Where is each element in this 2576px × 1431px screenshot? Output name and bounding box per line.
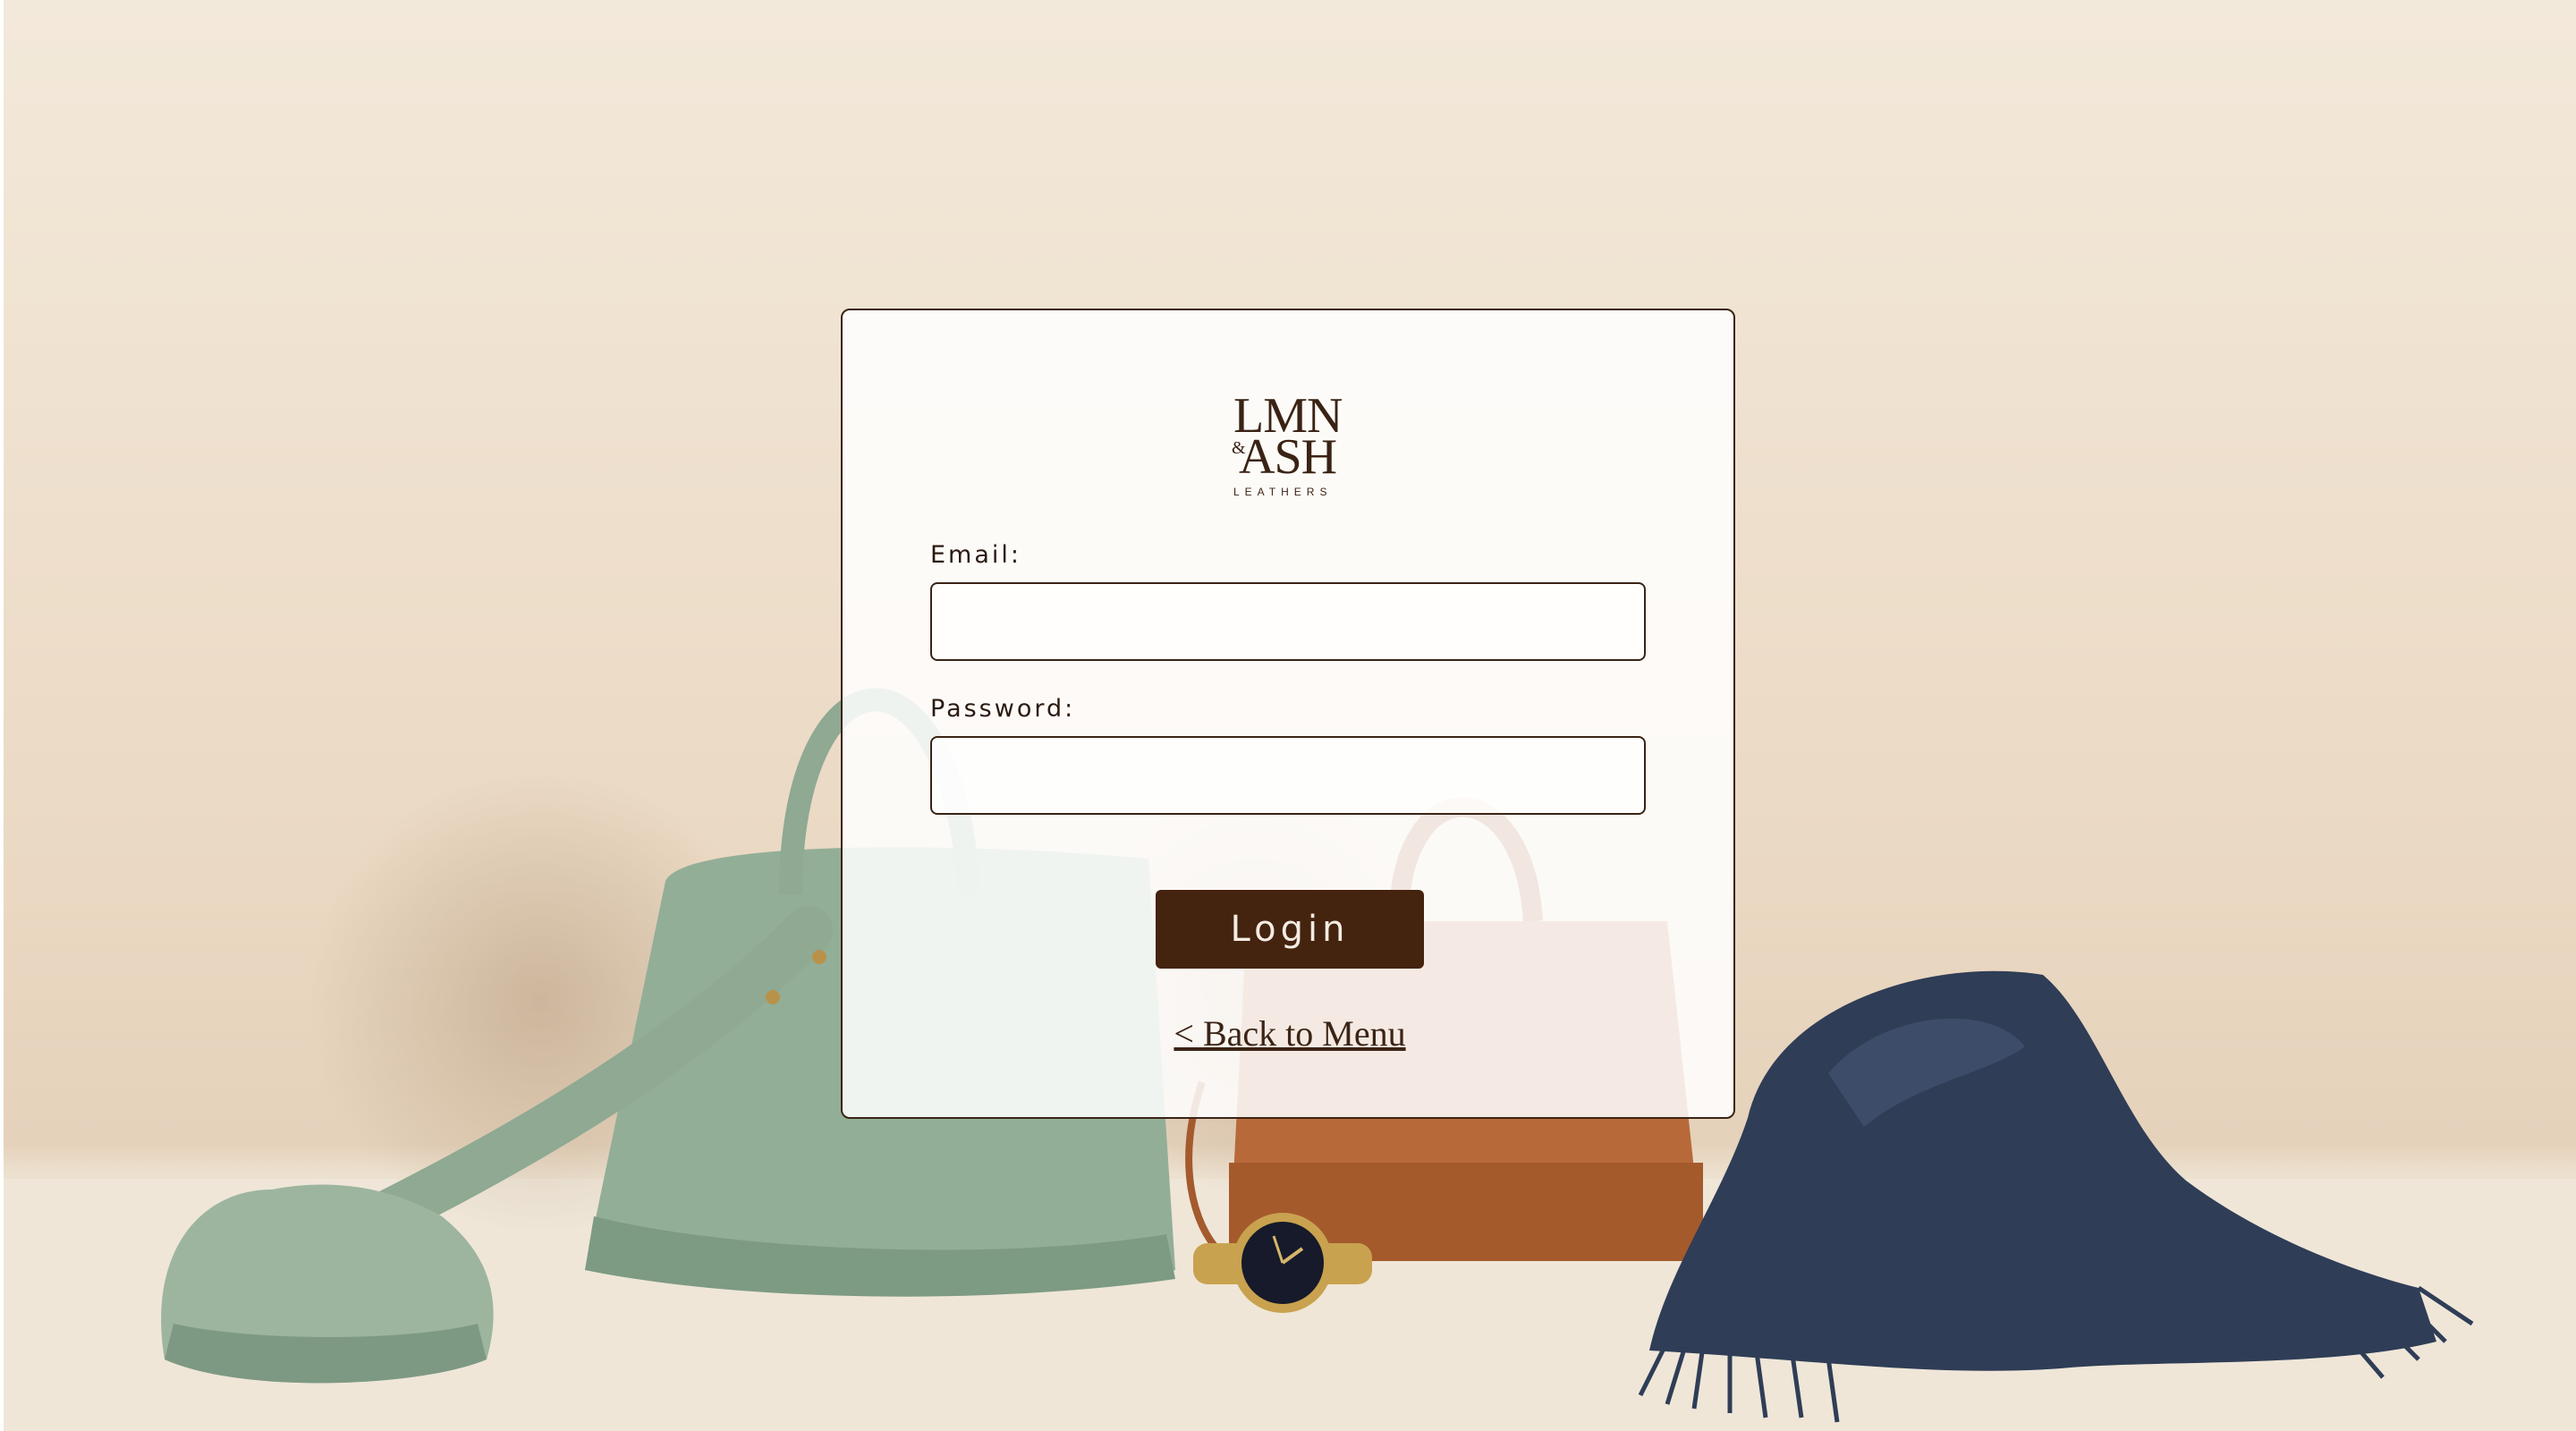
login-button[interactable]: Login <box>1156 890 1424 969</box>
logo-line-2: ASH <box>1239 429 1337 485</box>
login-card: LMN & ASH LEATHERS Email: Password: Logi… <box>841 309 1735 1119</box>
email-label: Email: <box>930 541 1022 569</box>
brand-logo: LMN & ASH LEATHERS <box>1232 391 1350 498</box>
back-to-menu-link[interactable]: < Back to Menu <box>843 1012 1737 1054</box>
password-label: Password: <box>930 695 1076 723</box>
logo-subtitle: LEATHERS <box>1233 486 1333 498</box>
password-field[interactable] <box>930 736 1646 815</box>
email-field[interactable] <box>930 582 1646 661</box>
